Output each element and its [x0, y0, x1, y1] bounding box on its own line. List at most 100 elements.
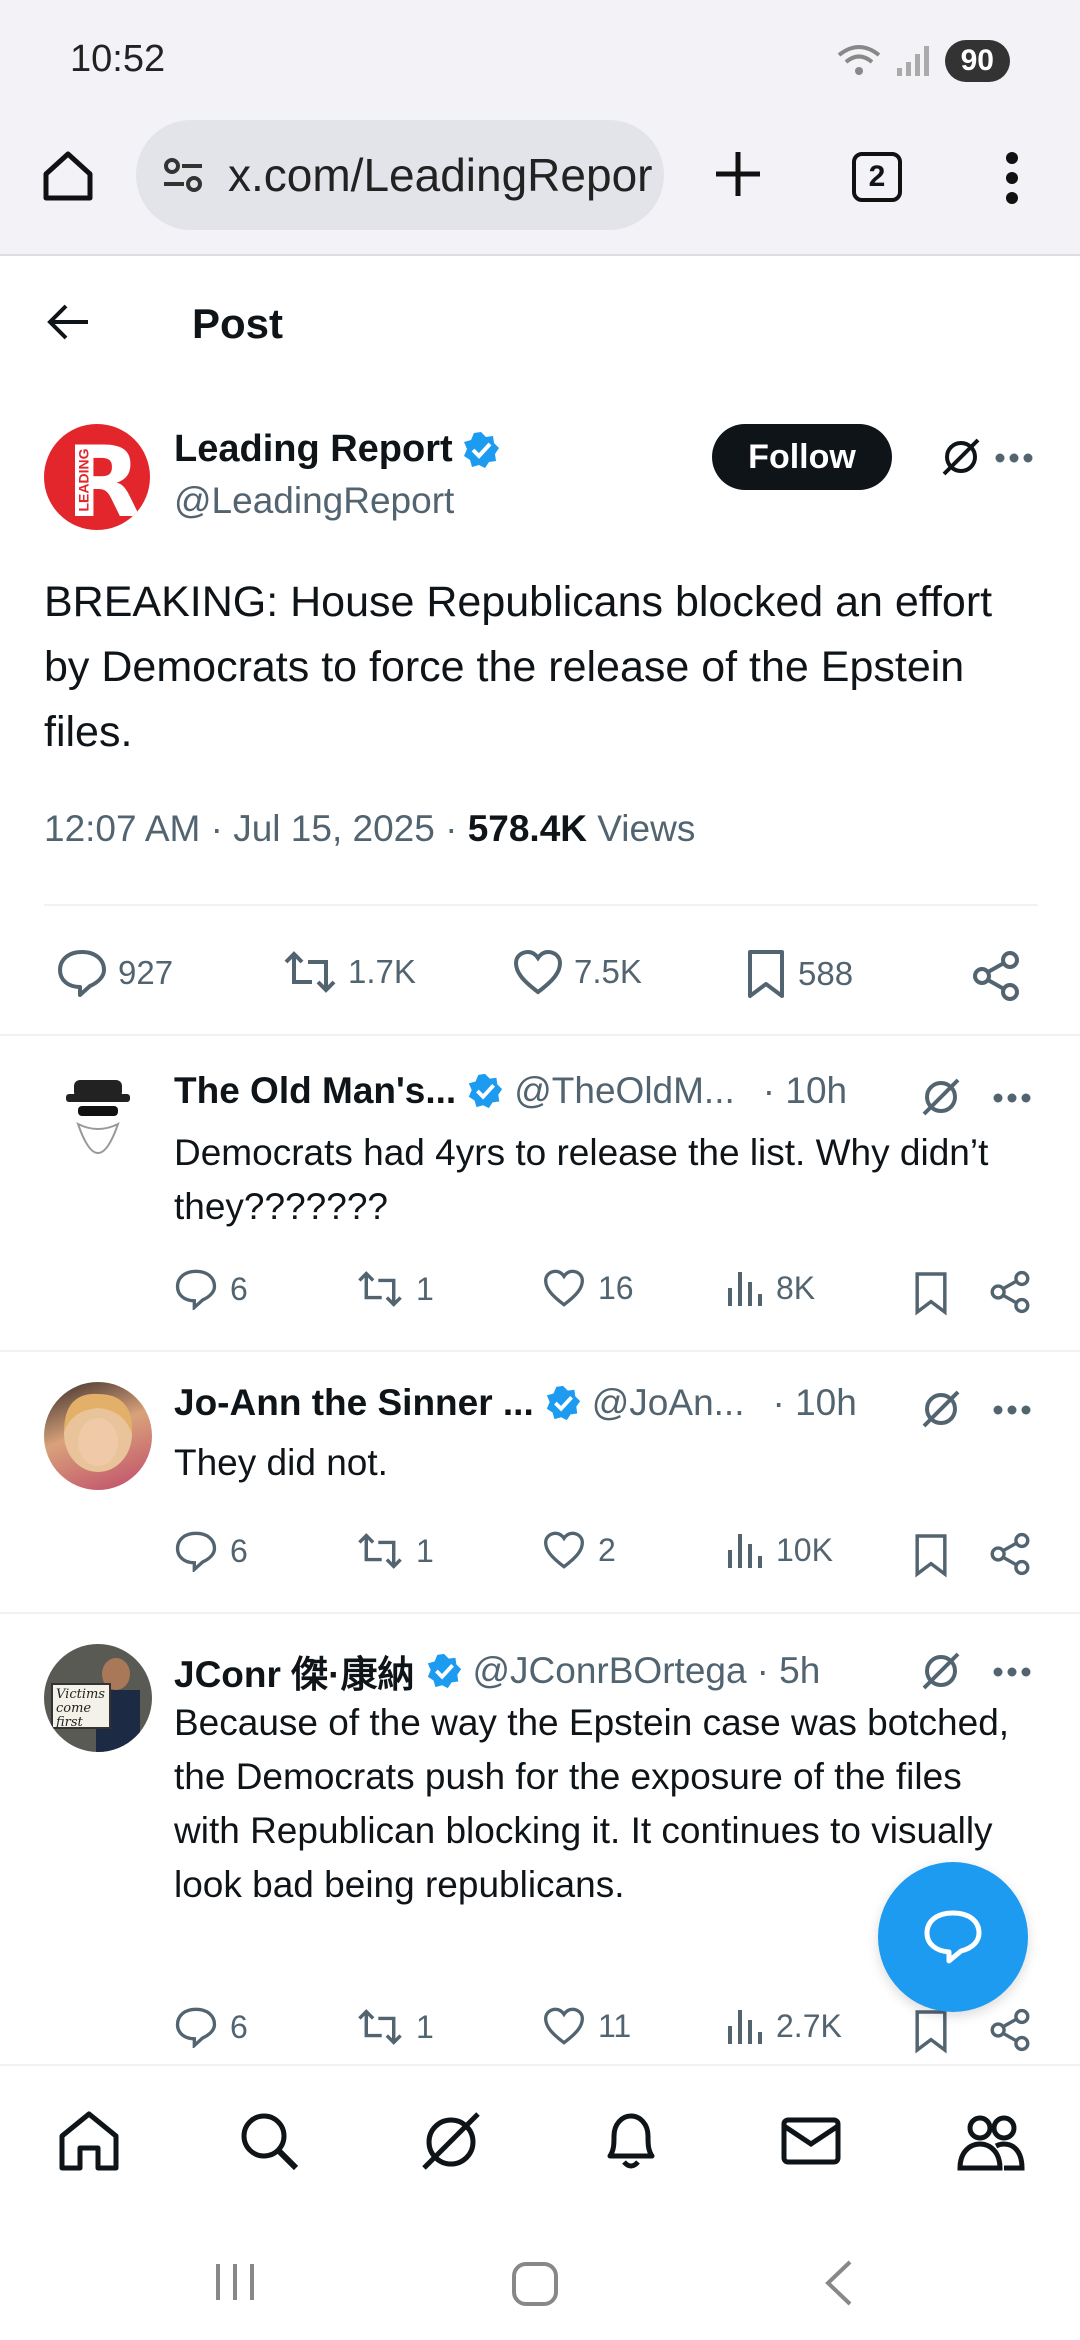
tab-switcher-button[interactable]: 2: [852, 152, 902, 202]
bookmark-icon[interactable]: [912, 1532, 950, 1578]
like-button[interactable]: 11: [542, 2006, 631, 2046]
reply-author-handle[interactable]: @TheOldM...: [514, 1070, 735, 1112]
home-icon[interactable]: [38, 146, 98, 206]
reply-time: · 5h: [756, 1650, 821, 1691]
repost-button[interactable]: 1: [356, 2006, 434, 2048]
bookmark-button[interactable]: 588: [744, 948, 853, 1000]
compose-reply-button[interactable]: [878, 1862, 1028, 2012]
bookmark-icon[interactable]: [912, 1270, 950, 1316]
post-text: BREAKING: House Republicans blocked an e…: [44, 578, 993, 756]
reply-author-handle[interactable]: @JoAn...: [592, 1382, 745, 1424]
share-icon[interactable]: [988, 1270, 1032, 1314]
reply-actions: 6 1 2 10K: [174, 1530, 1044, 1580]
profile-photo-icon: [64, 1393, 133, 1472]
views-chart-icon: [728, 2010, 762, 2044]
browser-menu-icon[interactable]: [1000, 150, 1024, 206]
reply-button[interactable]: 6: [174, 2006, 248, 2048]
like-count: 2: [598, 1531, 616, 1568]
recent-apps-icon[interactable]: [210, 2260, 260, 2304]
reply-item[interactable]: Jo-Ann the Sinner ... @JoAn... · 10h The…: [0, 1352, 1080, 1614]
user-avatar[interactable]: Victims come first: [44, 1644, 152, 1752]
like-count: 16: [598, 1269, 634, 1306]
site-settings-icon[interactable]: [158, 150, 208, 200]
grok-icon[interactable]: [938, 434, 984, 480]
grok-nav-icon[interactable]: [416, 2106, 486, 2176]
like-button[interactable]: 2: [542, 1530, 616, 1570]
share-icon[interactable]: [970, 950, 1022, 1002]
post-timestamp: 12:07 AM · Jul 15, 2025 ·: [44, 808, 468, 849]
divider: [44, 904, 1038, 906]
speech-bubble-icon: [924, 1910, 982, 1964]
reply-button[interactable]: 6: [174, 1530, 248, 1572]
reply-actions: 6 1 11 2.7K: [174, 2006, 1044, 2056]
post-meta: 12:07 AM · Jul 15, 2025 · 578.4K Views: [44, 808, 695, 850]
more-options-icon[interactable]: [992, 1092, 1032, 1104]
author-name-text: Leading Report: [174, 428, 453, 470]
like-button[interactable]: 16: [542, 1268, 634, 1308]
reply-button[interactable]: 6: [174, 1268, 248, 1310]
author-name[interactable]: Leading Report: [174, 428, 501, 471]
repost-button[interactable]: 1.7K: [282, 948, 416, 996]
reply-icon: [175, 1269, 217, 1310]
verified-badge-icon: [469, 1073, 503, 1109]
views-button[interactable]: 10K: [726, 1530, 833, 1570]
reply-count: 927: [118, 954, 174, 991]
follow-button[interactable]: Follow: [712, 424, 892, 490]
reply-item[interactable]: The Old Man's... @TheOldM... · 10h Democ…: [0, 1036, 1080, 1352]
like-count: 11: [598, 2007, 632, 2044]
communities-nav-icon[interactable]: [956, 2106, 1026, 2176]
views-button[interactable]: 2.7K: [726, 2006, 842, 2046]
repost-count: 1: [416, 2008, 434, 2045]
repost-icon: [358, 1533, 402, 1569]
bookmark-icon: [748, 950, 784, 998]
reply-header: The Old Man's... @TheOldM... · 10h: [174, 1070, 847, 1112]
more-options-icon[interactable]: [994, 452, 1034, 464]
reply-author-name[interactable]: The Old Man's...: [174, 1070, 456, 1112]
grok-icon[interactable]: [918, 1648, 964, 1694]
share-icon[interactable]: [988, 2008, 1032, 2052]
leading-report-avatar[interactable]: R LEADING: [44, 424, 150, 530]
status-time: 10:52: [70, 38, 166, 80]
reply-author-name[interactable]: Jo-Ann the Sinner ...: [174, 1382, 534, 1424]
system-home-icon[interactable]: [510, 2260, 560, 2308]
grok-icon[interactable]: [918, 1386, 964, 1432]
avatar-sign-text: Victims come first: [56, 1687, 105, 1730]
search-nav-icon[interactable]: [234, 2106, 304, 2176]
new-tab-icon[interactable]: [710, 146, 766, 202]
views-button[interactable]: 8K: [726, 1268, 815, 1308]
heart-icon: [513, 949, 563, 995]
views-count: 10K: [776, 1531, 833, 1568]
user-avatar[interactable]: [44, 1072, 152, 1180]
address-bar[interactable]: x.com/LeadingRepor: [136, 120, 664, 230]
views-chart-icon: [728, 1272, 762, 1306]
back-arrow-icon[interactable]: [46, 300, 90, 344]
repost-button[interactable]: 1: [356, 1530, 434, 1572]
author-handle[interactable]: @LeadingReport: [174, 480, 454, 522]
reply-header: JConr 傑·康納 @JConrBOrtega · 5h: [174, 1644, 820, 1698]
like-button[interactable]: 7.5K: [512, 948, 642, 996]
reply-author-handle[interactable]: @JConrBOrtega: [473, 1650, 747, 1692]
share-icon[interactable]: [988, 1532, 1032, 1576]
more-options-icon[interactable]: [992, 1666, 1032, 1678]
status-icons: 90: [837, 40, 1010, 82]
repost-icon: [284, 951, 336, 993]
status-bar: 10:52 90: [0, 0, 1080, 110]
repost-count: 1: [416, 1270, 434, 1307]
page-header: Post: [0, 256, 1080, 386]
bookmark-icon[interactable]: [912, 2008, 950, 2054]
repost-button[interactable]: 1: [356, 1268, 434, 1310]
reply-button[interactable]: 927: [56, 948, 173, 998]
battery-indicator: 90: [944, 40, 1010, 82]
messages-nav-icon[interactable]: [776, 2106, 846, 2176]
post-actions: 927 1.7K 7.5K 588: [44, 940, 1038, 1010]
reply-icon: [58, 950, 106, 997]
home-nav-icon[interactable]: [54, 2106, 124, 2176]
more-options-icon[interactable]: [992, 1404, 1032, 1416]
system-back-icon[interactable]: [820, 2258, 856, 2308]
user-avatar[interactable]: [44, 1382, 152, 1490]
notifications-nav-icon[interactable]: [596, 2106, 666, 2176]
reply-author-name[interactable]: JConr 傑·康納: [174, 1644, 415, 1698]
grok-icon[interactable]: [918, 1074, 964, 1120]
signal-icon: [896, 46, 929, 76]
bottom-navigation: [0, 2064, 1080, 2214]
